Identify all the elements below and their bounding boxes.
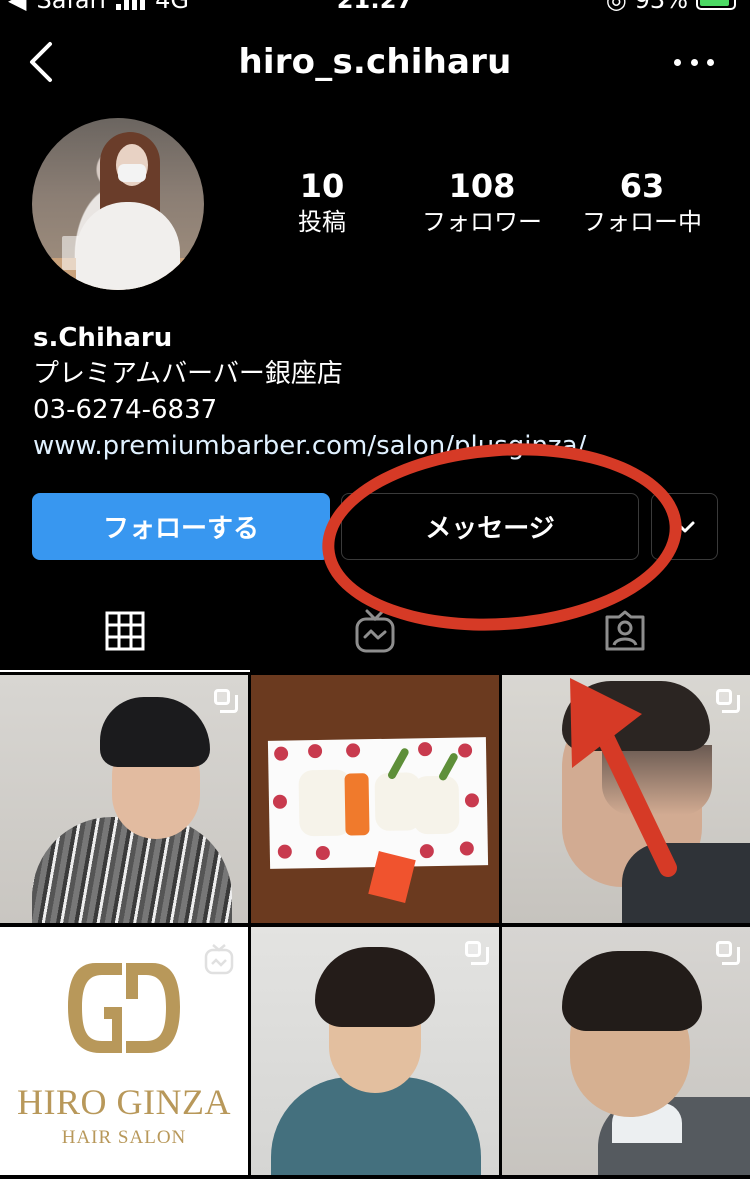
stat-followers-count: 108	[448, 167, 516, 205]
tagged-person-icon	[605, 610, 645, 651]
dot-icon	[690, 58, 698, 66]
multiple-photos-icon	[716, 941, 740, 965]
hiro-ginza-logo	[68, 963, 180, 1053]
bio-website-link[interactable]: www.premiumbarber.com/salon/plusginza/	[33, 428, 586, 464]
igtv-icon	[355, 609, 395, 653]
post-thumbnail-1[interactable]	[0, 675, 248, 923]
profile-display-name: s.Chiharu	[33, 323, 173, 353]
follow-button[interactable]: フォローする	[32, 493, 330, 560]
tab-posts-grid[interactable]	[0, 596, 250, 666]
dot-icon	[707, 58, 714, 66]
annotation-arrow	[570, 678, 677, 877]
multiple-photos-icon	[465, 941, 489, 965]
stat-followers[interactable]: 108 フォロワー	[402, 166, 562, 238]
tab-igtv[interactable]	[250, 596, 500, 666]
multiple-photos-icon	[716, 689, 740, 713]
bio-line: プレミアムバーバー銀座店	[33, 359, 343, 389]
stat-following-label: フォロー中	[582, 208, 702, 236]
post-thumbnail-5[interactable]	[251, 927, 499, 1175]
stat-followers-label: フォロワー	[422, 208, 542, 236]
profile-avatar[interactable]	[32, 118, 204, 290]
suggested-accounts-button[interactable]	[651, 493, 718, 560]
post-thumbnail-4[interactable]: HIRO GINZA HAIR SALON	[0, 927, 248, 1175]
stat-posts-label: 投稿	[298, 208, 346, 236]
orientation-lock-icon: ◎	[605, 0, 627, 14]
bio-phone[interactable]: 03-6274-6837	[33, 392, 586, 428]
multiple-photos-icon	[214, 689, 238, 713]
more-options-button[interactable]	[674, 50, 714, 74]
stat-following[interactable]: 63 フォロー中	[562, 166, 722, 238]
chevron-down-icon	[675, 521, 694, 532]
active-tab-indicator	[0, 670, 250, 672]
profile-username-title: hiro_s.chiharu	[238, 42, 512, 82]
battery-icon	[696, 0, 736, 10]
status-bar: ◀ Safari 4G 21:27 ◎ 93%	[0, 0, 750, 14]
battery-percent: 93%	[634, 0, 688, 14]
dot-icon	[674, 58, 681, 66]
stat-following-count: 63	[619, 167, 665, 205]
igtv-badge-icon	[204, 944, 234, 975]
grid-icon	[105, 611, 145, 651]
message-button[interactable]: メッセージ	[341, 493, 639, 560]
stat-posts-count: 10	[299, 167, 345, 205]
logo-brand-text: HIRO GINZA	[17, 1082, 231, 1122]
profile-bio: s.Chiharu プレミアムバーバー銀座店 03-6274-6837 www.…	[33, 320, 586, 464]
post-thumbnail-6[interactable]	[502, 927, 750, 1175]
tab-tagged[interactable]	[500, 596, 750, 666]
status-right: ◎ 93%	[606, 0, 736, 14]
logo-sub-text: HAIR SALON	[61, 1127, 187, 1148]
stat-posts[interactable]: 10 投稿	[242, 166, 402, 238]
post-thumbnail-2[interactable]	[251, 675, 499, 923]
